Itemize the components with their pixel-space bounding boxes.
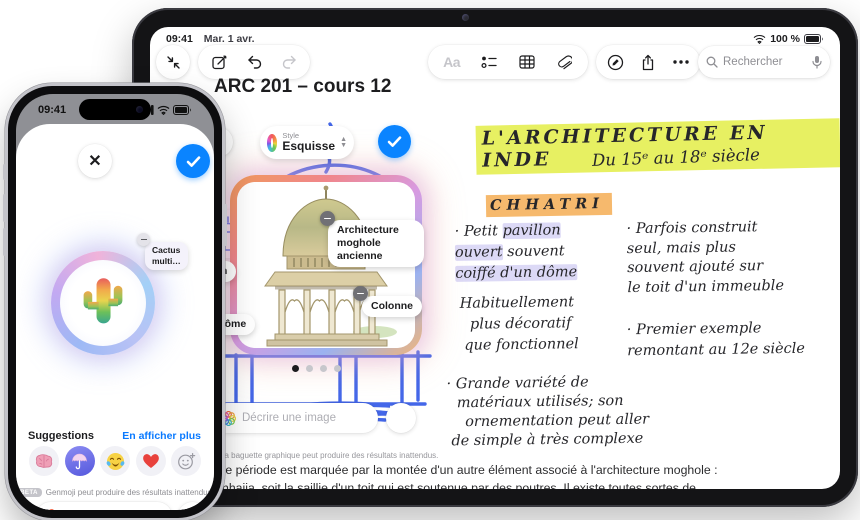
confirm-genmoji-button[interactable]	[176, 144, 210, 178]
suggestion-umbrella[interactable]	[65, 446, 95, 476]
playground-flower-icon	[221, 411, 236, 426]
note-bullet-exemple: · Premier exemple remontant au 12e siècl…	[627, 318, 805, 362]
compose-icon	[211, 54, 228, 71]
suggestion-heart[interactable]	[136, 446, 166, 476]
image-prompt-field[interactable]	[212, 403, 378, 433]
redo-button[interactable]	[275, 48, 303, 76]
note-title: ARC 201 – cours 12	[214, 76, 391, 98]
genmoji-disclaimer-text: Genmoji peut produire des résultats inat…	[46, 488, 214, 497]
battery-icon	[804, 34, 824, 44]
paperclip-icon	[556, 54, 572, 70]
minus-icon[interactable]	[137, 233, 150, 246]
battery-icon	[173, 105, 192, 115]
share-icon	[640, 54, 656, 71]
screenshot-canvas: 09:41 Mar. 1 avr. 100 % Aa	[0, 0, 860, 520]
minus-icon[interactable]	[320, 211, 335, 226]
emoji-suggestions-row	[29, 446, 201, 476]
tag-architecture[interactable]: Architecture moghole ancienne	[328, 220, 424, 267]
beta-disclaimer: BETA Genmoji peut produire des résultats…	[16, 488, 214, 497]
action-button	[3, 164, 6, 180]
genmoji-sheet: ✕	[16, 124, 214, 510]
beta-badge: BETA	[16, 488, 42, 497]
heart-icon	[142, 453, 160, 469]
more-button[interactable]	[667, 48, 695, 76]
search-icon	[706, 56, 718, 68]
chevron-updown-icon: ▲▼	[340, 137, 347, 148]
volume-down-button	[3, 228, 6, 256]
note-body-text: te période est marquée par la montée d'u…	[222, 461, 784, 489]
volume-up-button	[3, 194, 6, 222]
ipad-camera	[462, 14, 469, 21]
power-button	[224, 204, 227, 246]
iphone-device: 09:41 ✕	[8, 86, 222, 518]
table-button[interactable]	[513, 48, 541, 76]
suggestions-label: Suggestions	[28, 430, 94, 442]
format-toolbar-group: Aa	[428, 45, 588, 79]
compose-button[interactable]	[205, 48, 233, 76]
search-field[interactable]	[698, 46, 830, 78]
tag-colonne[interactable]: Colonne	[362, 296, 422, 317]
wifi-icon	[157, 105, 170, 115]
add-concept-button[interactable]	[386, 403, 416, 433]
undo-button[interactable]	[240, 48, 268, 76]
laughing-icon	[106, 452, 125, 471]
genmoji-concept-tag[interactable]: Cactus multi…	[145, 242, 188, 270]
suggestion-laughing[interactable]	[100, 446, 130, 476]
minus-icon[interactable]	[353, 286, 368, 301]
cactus-genmoji	[77, 274, 129, 330]
collapse-icon	[166, 55, 181, 70]
style-selector[interactable]: Style Esquisse ▲▼	[260, 126, 354, 159]
text-style-label: Aa	[443, 54, 460, 70]
checklist-button[interactable]	[475, 48, 503, 76]
iphone-screen: 09:41 ✕	[16, 94, 214, 510]
playground-flower-icon	[44, 509, 59, 510]
dynamic-island	[79, 99, 151, 120]
markup-button[interactable]	[601, 48, 629, 76]
ipad-status-bar: 09:41 Mar. 1 avr. 100 %	[166, 32, 824, 46]
table-icon	[519, 55, 535, 69]
search-input[interactable]	[723, 56, 807, 68]
style-ring-icon	[267, 134, 277, 152]
brain-icon	[35, 454, 53, 469]
check-icon	[186, 155, 201, 168]
front-camera	[136, 106, 143, 113]
show-more-link[interactable]: En afficher plus	[122, 430, 201, 442]
suggestion-brain[interactable]	[29, 446, 59, 476]
share-button[interactable]	[634, 48, 662, 76]
close-genmoji-button[interactable]: ✕	[78, 144, 112, 178]
people-option-button[interactable]	[178, 502, 207, 510]
mic-icon[interactable]	[812, 55, 822, 69]
undo-icon	[246, 54, 263, 71]
suggestion-custom-emoji[interactable]	[171, 446, 201, 476]
confirm-image-button[interactable]	[378, 125, 411, 158]
text-style-button[interactable]: Aa	[438, 48, 466, 76]
check-icon	[387, 135, 402, 148]
wifi-icon	[753, 34, 766, 44]
battery-percent: 100 %	[770, 33, 800, 45]
image-page-dots[interactable]	[292, 365, 341, 372]
suggestions-header: Suggestions En afficher plus	[28, 430, 201, 442]
ipad-device: 09:41 Mar. 1 avr. 100 % Aa	[132, 8, 858, 507]
custom-emoji-icon	[177, 452, 196, 471]
ipad-date: Mar. 1 avr.	[204, 33, 255, 45]
person-icon	[186, 509, 200, 510]
playground-disclaimer: La baguette graphique peut produire des …	[220, 451, 438, 460]
umbrella-icon	[71, 452, 88, 470]
iphone-time: 09:41	[38, 104, 66, 116]
edit-toolbar-group	[198, 45, 310, 79]
checklist-icon	[481, 55, 497, 69]
collapse-button[interactable]	[156, 45, 190, 79]
redo-icon	[281, 54, 298, 71]
attachment-button[interactable]	[550, 48, 578, 76]
style-value: Esquisse	[282, 140, 335, 153]
genmoji-prompt-field[interactable]	[36, 502, 172, 510]
plus-icon	[395, 412, 408, 425]
image-prompt-input[interactable]	[242, 412, 369, 424]
ipad-screen: 09:41 Mar. 1 avr. 100 % Aa	[150, 27, 840, 489]
ipad-time: 09:41	[166, 33, 193, 45]
markup-icon	[607, 54, 624, 71]
ellipsis-icon	[673, 60, 689, 64]
note-bullet-construit: · Parfois construit seul, mais plus souv…	[626, 218, 784, 298]
tools-toolbar-group	[596, 45, 700, 79]
